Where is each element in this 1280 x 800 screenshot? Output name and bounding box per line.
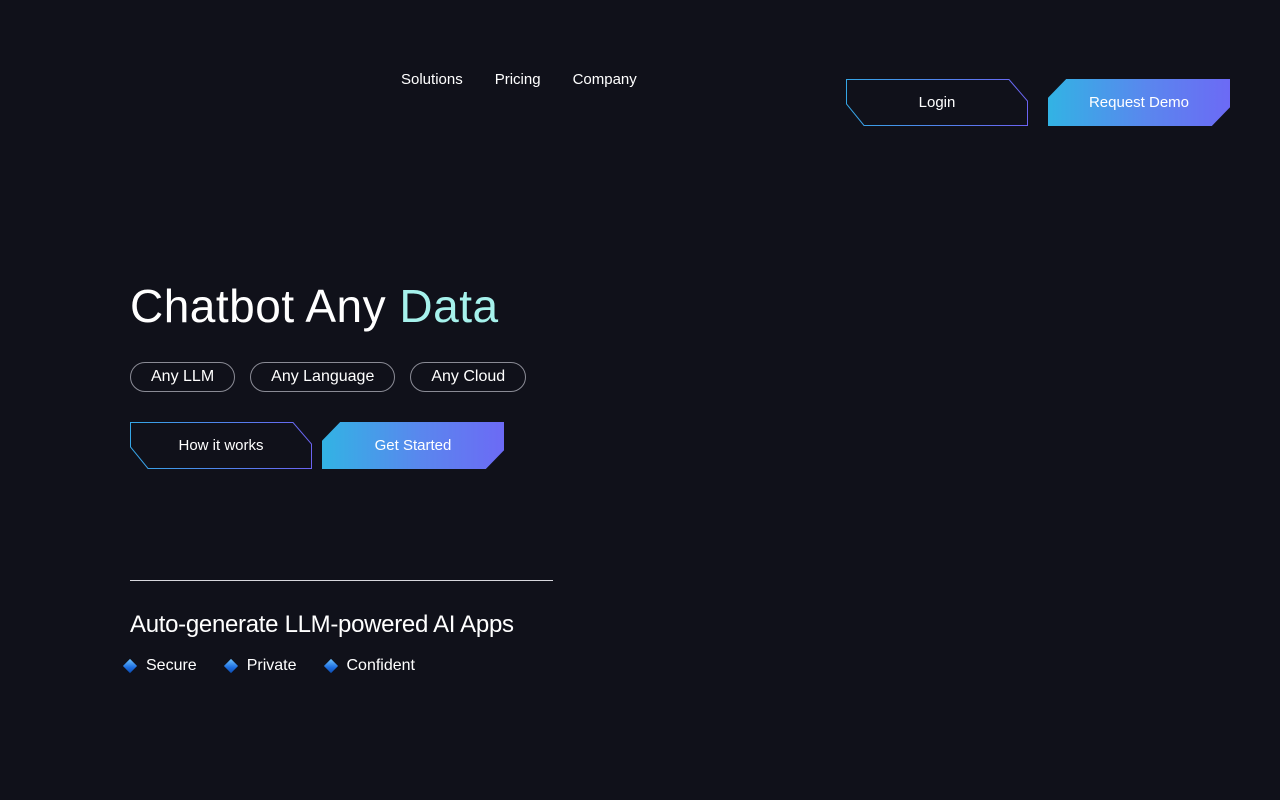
hero-title: Chatbot Any Data bbox=[130, 278, 499, 334]
pill-any-llm[interactable]: Any LLM bbox=[130, 362, 236, 392]
login-button[interactable]: Login bbox=[846, 79, 1028, 126]
top-nav: Solutions Pricing Company bbox=[401, 70, 637, 90]
feature-label: Secure bbox=[146, 657, 197, 674]
feature-secure: Secure bbox=[122, 656, 197, 676]
nav-link-company[interactable]: Company bbox=[573, 70, 637, 90]
request-demo-button-label: Request Demo bbox=[1088, 94, 1190, 111]
nav-link-pricing[interactable]: Pricing bbox=[495, 70, 541, 90]
hero-title-word-data: Data bbox=[399, 280, 499, 332]
feature-label: Private bbox=[246, 657, 297, 674]
nav-link-solutions[interactable]: Solutions bbox=[401, 70, 463, 90]
feature-label: Confident bbox=[346, 657, 416, 674]
diamond-icon bbox=[223, 658, 238, 674]
login-button-label: Login bbox=[918, 94, 956, 111]
get-started-button[interactable]: Get Started bbox=[322, 422, 504, 469]
feature-list: Secure Private Confident bbox=[122, 656, 415, 676]
section-divider bbox=[130, 580, 553, 581]
pill-any-cloud[interactable]: Any Cloud bbox=[410, 362, 527, 392]
hero-title-word-chatbot: Chatbot bbox=[130, 280, 295, 332]
capability-pills: Any LLM Any Language Any Cloud bbox=[130, 362, 527, 392]
section-subtitle: Auto-generate LLM-powered AI Apps bbox=[130, 611, 514, 638]
hero-title-word-any: Any bbox=[305, 280, 387, 332]
pill-any-language[interactable]: Any Language bbox=[250, 362, 396, 392]
how-it-works-button-label: How it works bbox=[178, 437, 264, 454]
feature-private: Private bbox=[223, 656, 297, 676]
get-started-button-label: Get Started bbox=[374, 437, 452, 454]
feature-confident: Confident bbox=[323, 656, 416, 676]
request-demo-button[interactable]: Request Demo bbox=[1048, 79, 1230, 126]
diamond-icon bbox=[323, 658, 338, 674]
diamond-icon bbox=[122, 658, 138, 674]
how-it-works-button[interactable]: How it works bbox=[130, 422, 312, 469]
landing-page: Solutions Pricing Company Login Request … bbox=[0, 0, 1280, 800]
